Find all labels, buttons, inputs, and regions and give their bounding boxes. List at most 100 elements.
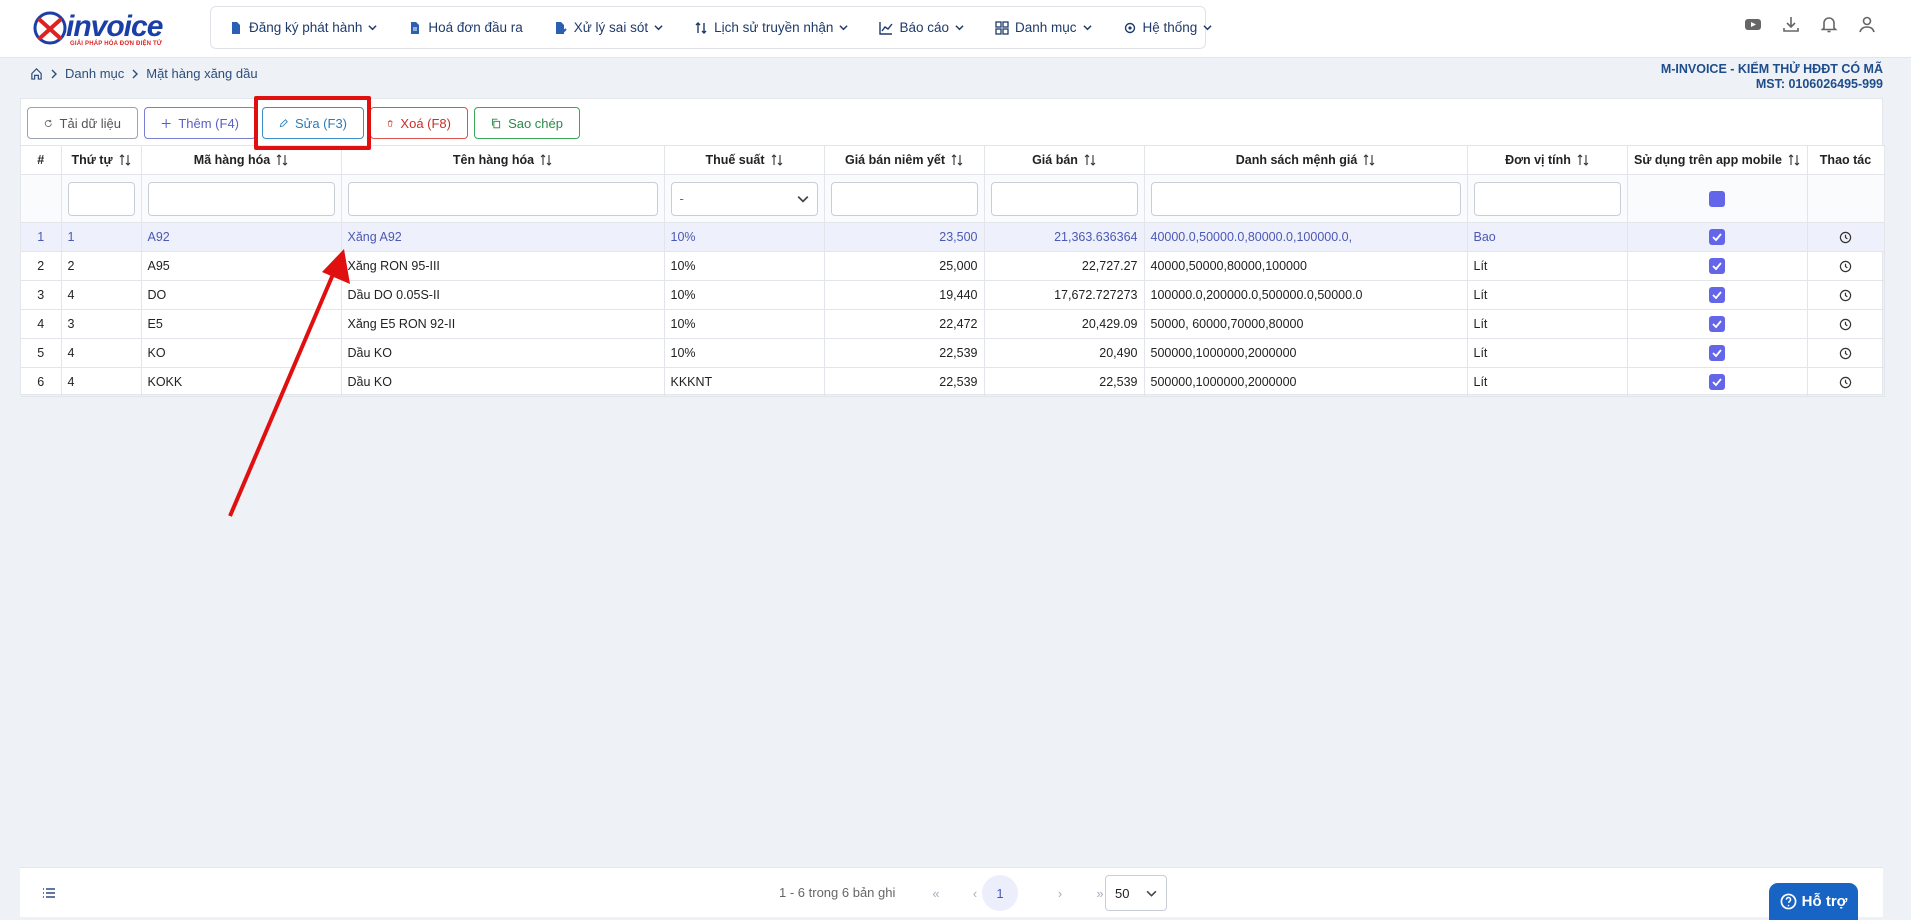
mobile-checkbox[interactable] <box>1709 374 1725 390</box>
bell-icon[interactable] <box>1819 14 1839 34</box>
breadcrumb-current: Mặt hàng xăng dầu <box>146 66 258 81</box>
plus-icon <box>161 118 171 128</box>
cell-denoms: 500000,1000000,2000000 <box>1144 338 1468 368</box>
table-row[interactable]: 4 3 E5 Xăng E5 RON 92-II 10% 22,472 20,429.09 5… <box>21 309 1885 339</box>
cell-list-price: 22,539 <box>824 367 985 397</box>
check-icon <box>1712 291 1722 300</box>
cell-price: 21,363.636364 <box>984 222 1145 252</box>
cell-idx: 5 <box>21 338 62 368</box>
cell-order: 1 <box>61 222 142 252</box>
mobile-checkbox[interactable] <box>1709 345 1725 361</box>
nav-he-thong[interactable]: Hệ thống <box>1123 7 1213 48</box>
page-size-select[interactable]: 50 <box>1105 875 1167 911</box>
button-label: Xoá (F8) <box>400 115 451 131</box>
table-row[interactable]: 5 4 KO Dầu KO 10% 22,539 20,490 500000,1000000,… <box>21 338 1885 368</box>
sort-icon <box>1788 154 1800 166</box>
check-icon <box>1712 320 1722 329</box>
trash-icon <box>387 119 393 127</box>
cell-order: 4 <box>61 367 142 397</box>
list-icon[interactable] <box>42 886 56 900</box>
filter-order-input[interactable] <box>67 181 135 216</box>
cell-idx: 4 <box>21 309 62 339</box>
mobile-checkbox[interactable] <box>1709 316 1725 332</box>
reload-button[interactable]: Tải dữ liệu <box>27 107 138 139</box>
home-icon[interactable] <box>30 67 43 80</box>
history-clock-icon[interactable] <box>1839 231 1852 244</box>
filter-code-input[interactable] <box>147 181 335 216</box>
history-clock-icon[interactable] <box>1839 318 1852 331</box>
file-icon <box>232 21 240 34</box>
data-table: # Thứ tự Mã hàng hóa Tên hàng hóa Thuế s… <box>21 145 1885 397</box>
table-row[interactable]: 1 1 A92 Xăng A92 10% 23,500 21,363.636364 40000… <box>21 222 1885 252</box>
cell-idx: 2 <box>21 251 62 281</box>
filter-denominations-input[interactable] <box>1150 181 1461 216</box>
cell-unit: Bao <box>1467 222 1628 252</box>
col-code[interactable]: Mã hàng hóa <box>141 145 342 175</box>
cell-list-price: 23,500 <box>824 222 985 252</box>
support-button[interactable]: Hỗ trợ <box>1769 883 1858 920</box>
nav-hoa-don-dau-ra[interactable]: Hoá đơn đầu ra <box>408 7 523 48</box>
col-list-price[interactable]: Giá bán niêm yết <box>824 145 985 175</box>
cell-unit: Lít <box>1467 251 1628 281</box>
header-row: # Thứ tự Mã hàng hóa Tên hàng hóa Thuế s… <box>21 145 1885 175</box>
youtube-icon[interactable] <box>1743 14 1763 34</box>
nav-label: Lịch sử truyền nhận <box>714 20 834 35</box>
cell-denoms: 40000.0,50000.0,80000.0,100000.0, <box>1144 222 1468 252</box>
filter-price-input[interactable] <box>990 181 1138 216</box>
header-actions <box>1743 14 1877 34</box>
cell-actions <box>1807 251 1885 281</box>
table-row[interactable]: 2 2 A95 Xăng RON 95-III 10% 25,000 22,727.27 40… <box>21 251 1885 281</box>
breadcrumb: Danh mục Mặt hàng xăng dầu <box>30 66 258 81</box>
nav-danh-muc[interactable]: Danh mục <box>995 7 1092 48</box>
table-row[interactable]: 6 4 KOKK Dầu KO KKKNT 22,539 22,539 500000,1000… <box>21 367 1885 397</box>
check-icon <box>1712 233 1722 242</box>
mobile-checkbox[interactable] <box>1709 229 1725 245</box>
edit-button[interactable]: Sửa (F3) <box>262 107 364 139</box>
cell-name: Dầu KO <box>341 338 665 368</box>
nav-lich-su-truyen-nhan[interactable]: Lịch sử truyền nhận <box>694 7 849 48</box>
first-page-button[interactable]: « <box>922 879 950 907</box>
history-clock-icon[interactable] <box>1839 260 1852 273</box>
filter-list-price-input[interactable] <box>830 181 978 216</box>
nav-label: Danh mục <box>1014 20 1077 35</box>
logo-mark-icon <box>33 11 67 45</box>
filter-unit-input[interactable] <box>1473 181 1621 216</box>
app-logo[interactable]: invoice GIẢI PHÁP HÓA ĐƠN ĐIỆN TỬ <box>32 8 172 48</box>
chevron-right-icon <box>132 69 139 78</box>
cell-code: DO <box>141 280 342 310</box>
cell-actions <box>1807 222 1885 252</box>
filter-name-input[interactable] <box>347 181 658 216</box>
history-clock-icon[interactable] <box>1839 376 1852 389</box>
user-icon[interactable] <box>1857 14 1877 34</box>
col-name[interactable]: Tên hàng hóa <box>341 145 665 175</box>
breadcrumb-danh-muc[interactable]: Danh mục <box>65 66 124 81</box>
col-unit[interactable]: Đơn vị tính <box>1467 145 1628 175</box>
next-page-button[interactable]: › <box>1046 879 1074 907</box>
cell-list-price: 19,440 <box>824 280 985 310</box>
nav-dang-ky-phat-hanh[interactable]: Đăng ký phát hành <box>229 7 377 48</box>
nav-xu-ly-sai-sot[interactable]: Xử lý sai sót <box>554 7 663 48</box>
current-page-button[interactable]: 1 <box>982 875 1018 911</box>
history-clock-icon[interactable] <box>1839 347 1852 360</box>
mobile-checkbox[interactable] <box>1709 258 1725 274</box>
col-mobile[interactable]: Sử dụng trên app mobile <box>1627 145 1808 175</box>
mobile-checkbox[interactable] <box>1709 287 1725 303</box>
add-button[interactable]: Thêm (F4) <box>144 107 256 139</box>
col-price[interactable]: Giá bán <box>984 145 1145 175</box>
filter-mobile-checkbox[interactable] <box>1709 190 1725 207</box>
col-order[interactable]: Thứ tự <box>61 145 142 175</box>
nav-bao-cao[interactable]: Báo cáo <box>879 7 964 48</box>
table-row[interactable]: 3 4 DO Dầu DO 0.05S-II 10% 19,440 17,672.72727… <box>21 280 1885 310</box>
filter-tax-select[interactable]: - <box>670 181 818 216</box>
col-tax[interactable]: Thuế suất <box>664 145 825 175</box>
delete-button[interactable]: Xoá (F8) <box>370 107 468 139</box>
col-actions: Thao tác <box>1807 145 1885 175</box>
pagination-bar: 1 - 6 trong 6 bản ghi « ‹ 1 › » 50 <box>20 867 1883 917</box>
logo-text: invoice <box>66 10 163 43</box>
chevron-down-icon <box>1203 25 1212 31</box>
sort-icon <box>771 154 782 166</box>
download-icon[interactable] <box>1781 14 1801 34</box>
history-clock-icon[interactable] <box>1839 289 1852 302</box>
col-denominations[interactable]: Danh sách mệnh giá <box>1144 145 1468 175</box>
copy-button[interactable]: Sao chép <box>474 107 580 139</box>
